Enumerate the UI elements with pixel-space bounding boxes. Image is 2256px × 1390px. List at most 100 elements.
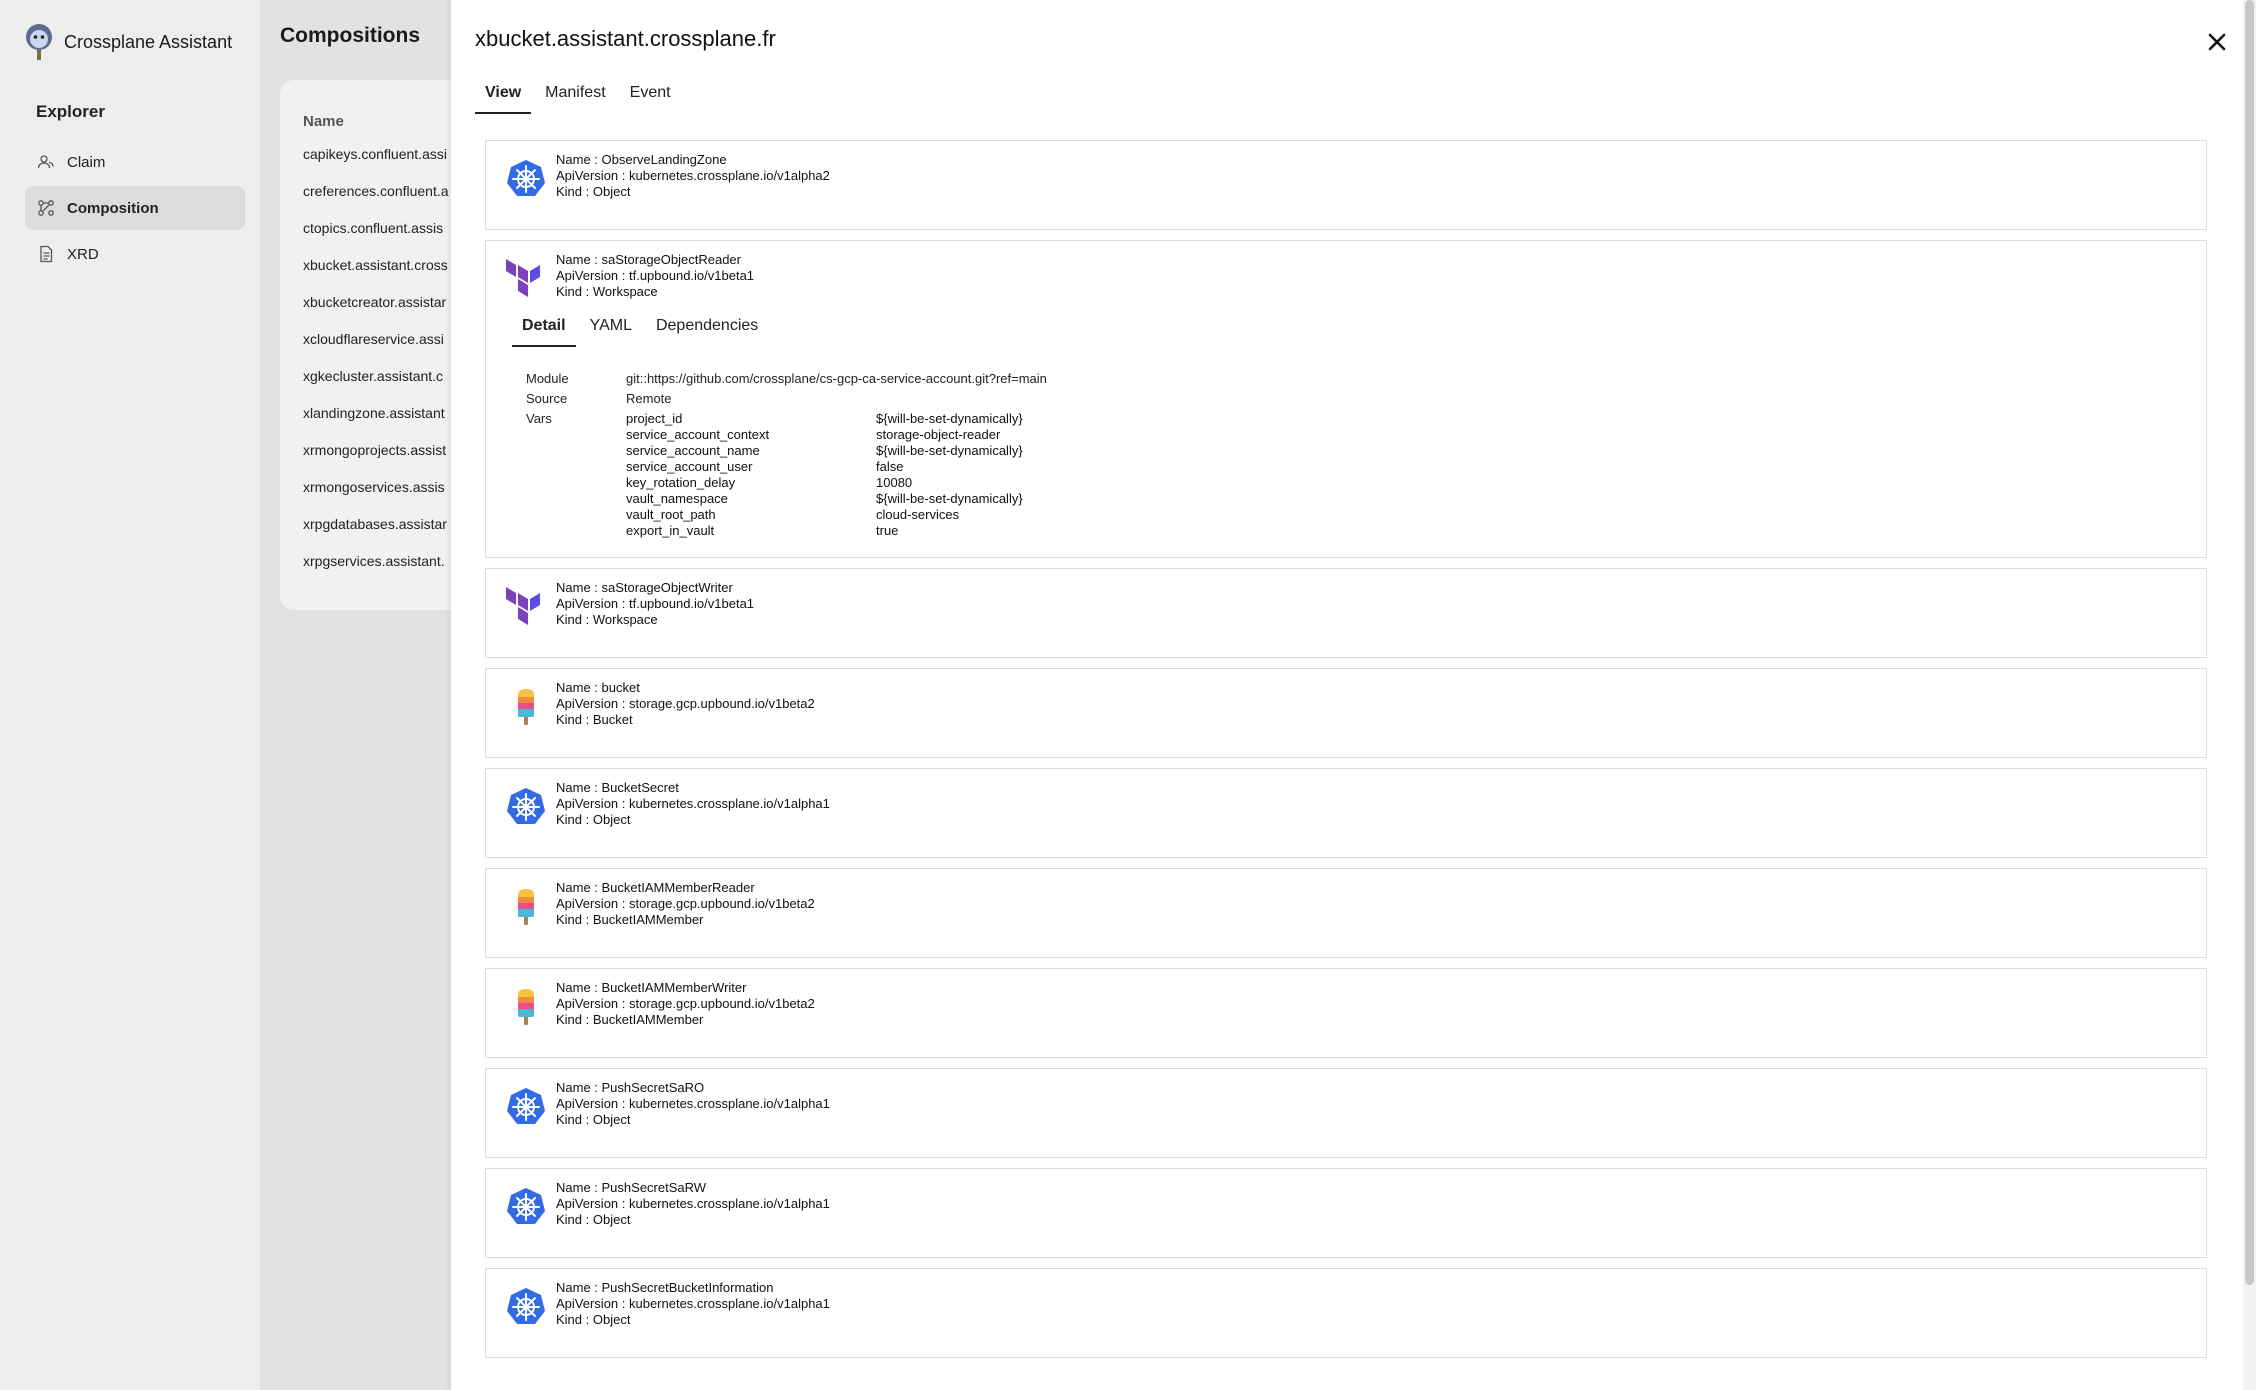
table-row[interactable]: creferences.confluent.a: [303, 183, 449, 220]
var-key: service_account_name: [626, 443, 760, 458]
var-key: key_rotation_delay: [626, 475, 736, 490]
popsicle-icon: [518, 889, 534, 925]
page-title: Compositions: [280, 24, 420, 47]
column-header-name[interactable]: Name: [303, 113, 344, 130]
sidebar-item-label: XRD: [67, 245, 99, 263]
var-key: service_account_user: [626, 459, 753, 474]
compositions-rows: capikeys.confluent.assi creferences.conf…: [303, 146, 449, 590]
document-icon: [40, 245, 53, 263]
table-row[interactable]: xcloudflareservice.assi: [303, 331, 449, 368]
resource-name: Name : bucket: [556, 680, 640, 695]
kubernetes-icon: [507, 1288, 545, 1324]
vars-keys: project_id service_account_context servi…: [626, 411, 876, 539]
app-title: Crossplane Assistant: [64, 31, 233, 52]
module-label: Module: [526, 371, 569, 386]
resource-kind: Kind : Object: [556, 1112, 631, 1127]
resource-kind: Kind : BucketIAMMember: [556, 1012, 704, 1027]
vars-label: Vars: [526, 411, 552, 426]
resource-kind: Kind : Object: [556, 812, 631, 827]
var-value: ${will-be-set-dynamically}: [876, 443, 1023, 458]
terraform-icon: [506, 259, 540, 297]
source-label: Source: [526, 391, 568, 406]
detail-tabs: Detail YAML Dependencies: [512, 315, 2188, 347]
resource-name: Name : BucketIAMMemberReader: [556, 880, 755, 895]
var-key: vault_root_path: [626, 507, 716, 522]
var-value: 10080: [876, 475, 913, 490]
resource-apiversion: ApiVersion : kubernetes.crossplane.io/v1…: [556, 796, 830, 811]
resource-apiversion: ApiVersion : storage.gcp.upbound.io/v1be…: [556, 696, 815, 711]
resource-name: Name : BucketSecret: [556, 780, 679, 795]
resource-card[interactable]: Name : bucket ApiVersion : storage.gcp.u…: [485, 668, 2207, 758]
table-row[interactable]: xrmongoprojects.assist: [303, 442, 449, 479]
kubernetes-icon: [507, 788, 545, 824]
resource-kind: Kind : BucketIAMMember: [556, 912, 704, 927]
var-value: cloud-services: [876, 507, 960, 522]
compositions-panel: Compositions Name capikeys.confluent.ass…: [260, 0, 540, 1390]
resource-kind: Kind : Object: [556, 1312, 631, 1327]
var-key: project_id: [626, 411, 683, 426]
table-row[interactable]: xbucket.assistant.cross: [303, 257, 449, 294]
scrollbar-thumb[interactable]: [2245, 0, 2254, 1285]
table-row[interactable]: xrmongoservices.assis: [303, 479, 449, 516]
sidebar-item-claim[interactable]: Claim: [25, 140, 245, 184]
sidebar-item-composition[interactable]: Composition: [25, 186, 245, 230]
resource-card[interactable]: Name : BucketIAMMemberWriter ApiVersion …: [485, 968, 2207, 1058]
resource-name: Name : BucketIAMMemberWriter: [556, 980, 747, 995]
resource-kind: Kind : Bucket: [556, 712, 633, 727]
var-key: service_account_context: [626, 427, 770, 442]
resource-apiversion: ApiVersion : storage.gcp.upbound.io/v1be…: [556, 996, 815, 1011]
var-key: export_in_vault: [626, 523, 715, 538]
table-row[interactable]: xrpgdatabases.assistar: [303, 516, 449, 553]
resource-card[interactable]: Name : BucketSecret ApiVersion : kuberne…: [485, 768, 2207, 858]
tab-dependencies[interactable]: Dependencies: [646, 315, 768, 347]
var-value: storage-object-reader: [876, 427, 1001, 442]
resource-card[interactable]: Name : PushSecretBucketInformation ApiVe…: [485, 1268, 2207, 1358]
resource-apiversion: ApiVersion : kubernetes.crossplane.io/v1…: [556, 1196, 830, 1211]
var-value: false: [876, 459, 904, 474]
resource-name: Name : PushSecretBucketInformation: [556, 1280, 774, 1295]
table-row[interactable]: xgkecluster.assistant.c: [303, 368, 449, 405]
resource-card[interactable]: Name : ObserveLandingZone ApiVersion : k…: [485, 140, 2207, 230]
table-row[interactable]: xlandingzone.assistant: [303, 405, 449, 442]
scrollbar[interactable]: [2243, 0, 2256, 1390]
tab-event[interactable]: Event: [620, 80, 681, 114]
tab-view[interactable]: View: [475, 80, 532, 114]
table-row[interactable]: xbucketcreator.assistar: [303, 294, 449, 331]
table-row[interactable]: ctopics.confluent.assis: [303, 220, 449, 257]
resource-card[interactable]: Name : PushSecretSaRW ApiVersion : kuber…: [485, 1168, 2207, 1258]
kubernetes-icon: [507, 1088, 545, 1124]
graph-icon: [38, 200, 54, 216]
users-icon: [37, 155, 54, 169]
resource-apiversion: ApiVersion : storage.gcp.upbound.io/v1be…: [556, 896, 815, 911]
brand[interactable]: Crossplane Assistant: [24, 22, 232, 62]
resource-apiversion: ApiVersion : kubernetes.crossplane.io/v1…: [556, 168, 830, 183]
resource-apiversion: ApiVersion : tf.upbound.io/v1beta1: [556, 268, 755, 283]
tab-yaml[interactable]: YAML: [580, 315, 642, 347]
table-row[interactable]: capikeys.confluent.assi: [303, 146, 449, 183]
source-value: Remote: [626, 391, 672, 406]
var-value: true: [876, 523, 899, 538]
terraform-icon: [506, 587, 540, 625]
resource-card-expanded[interactable]: Name : saStorageObjectReader ApiVersion …: [485, 240, 2207, 558]
sidebar-nav: Claim Composition XRD: [25, 140, 245, 278]
var-key: vault_namespace: [626, 491, 728, 506]
assistant-logo-icon: [26, 24, 52, 60]
kubernetes-icon: [507, 160, 545, 196]
tab-manifest[interactable]: Manifest: [535, 80, 615, 114]
resource-name: Name : ObserveLandingZone: [556, 152, 727, 167]
kubernetes-icon: [507, 1188, 545, 1224]
drawer-title: xbucket.assistant.crossplane.fr: [475, 26, 776, 51]
sidebar-item-xrd[interactable]: XRD: [25, 232, 245, 276]
resource-card[interactable]: Name : saStorageObjectWriter ApiVersion …: [485, 568, 2207, 658]
vars-values: ${will-be-set-dynamically} storage-objec…: [876, 411, 1023, 539]
resource-name: Name : PushSecretSaRO: [556, 1080, 705, 1095]
tab-detail[interactable]: Detail: [512, 315, 576, 347]
table-row[interactable]: xrpgservices.assistant.: [303, 553, 449, 590]
detail-body: Module git::https://github.com/crossplan…: [526, 371, 2188, 539]
popsicle-icon: [518, 989, 534, 1025]
resource-card[interactable]: Name : PushSecretSaRO ApiVersion : kuber…: [485, 1068, 2207, 1158]
resource-card[interactable]: Name : BucketIAMMemberReader ApiVersion …: [485, 868, 2207, 958]
resource-name: Name : saStorageObjectReader: [556, 252, 741, 267]
var-value: ${will-be-set-dynamically}: [876, 491, 1023, 506]
close-icon[interactable]: [2203, 28, 2231, 56]
